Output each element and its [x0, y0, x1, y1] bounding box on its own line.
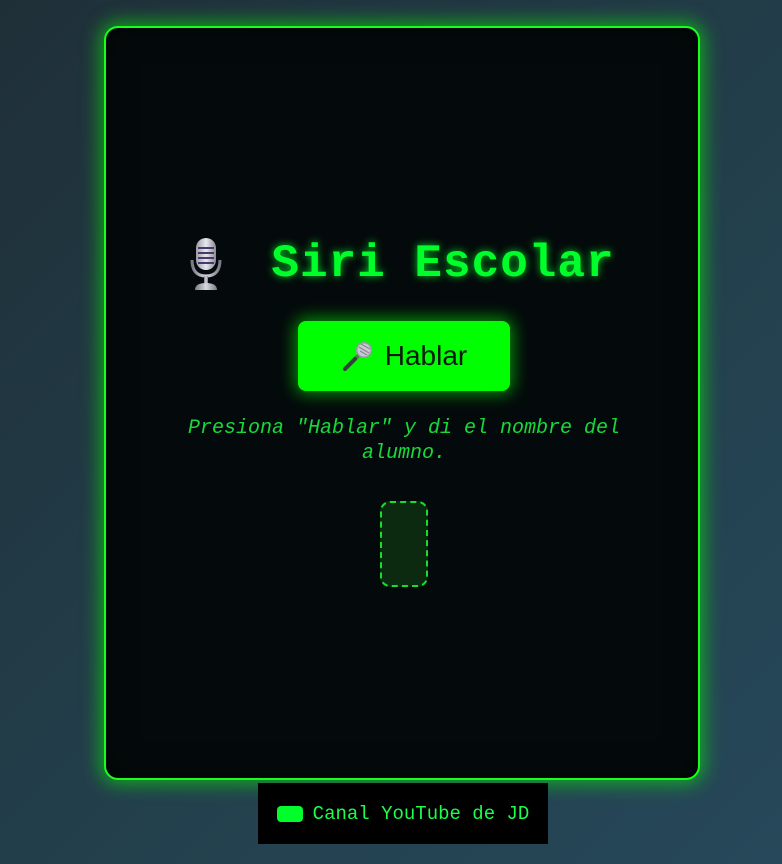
- result-output-box: [380, 501, 428, 587]
- page-title: Siri Escolar: [271, 238, 615, 290]
- instructions-text: Presiona "Hablar" y di el nombre del alu…: [187, 417, 621, 465]
- speak-button[interactable]: Hablar: [298, 321, 510, 391]
- microphone-icon: [342, 342, 372, 371]
- youtube-channel-link[interactable]: Canal YouTube de JD: [258, 783, 548, 844]
- youtube-link-label: Canal YouTube de JD: [312, 802, 530, 825]
- speak-button-label: Hablar: [384, 340, 468, 371]
- studio-microphone-icon: [190, 238, 222, 290]
- main-card: Siri Escolar Hablar Presiona "Hablar" y …: [104, 26, 700, 780]
- title-row: Siri Escolar: [106, 232, 698, 296]
- youtube-icon: [276, 805, 303, 822]
